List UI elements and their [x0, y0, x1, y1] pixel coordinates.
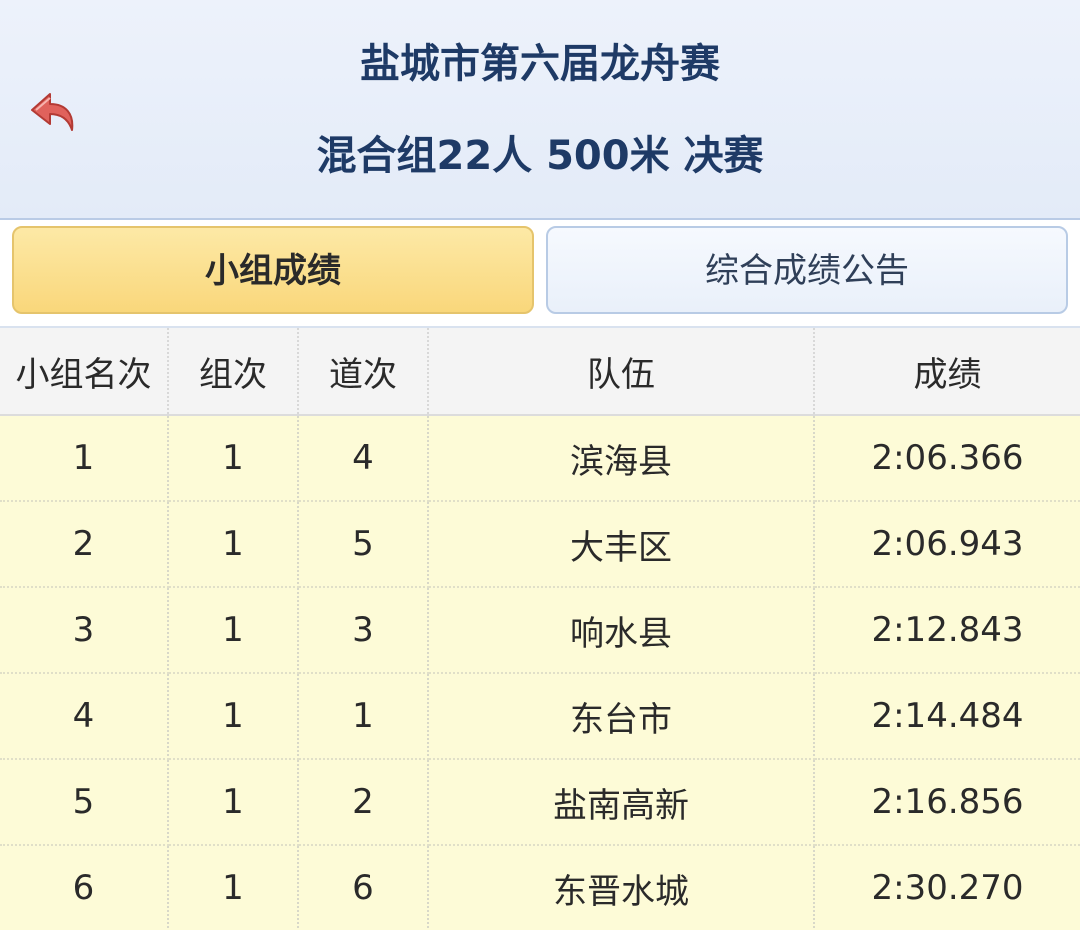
cell-lane: 6 [298, 845, 429, 930]
column-header-result: 成绩 [814, 328, 1080, 416]
table-row: 1 1 4 滨海县 2:06.366 [0, 415, 1080, 502]
table-header: 小组名次 组次 道次 队伍 成绩 [0, 328, 1080, 416]
page-subtitle: 混合组22人 500米 决赛 [316, 133, 764, 179]
cell-rank: 3 [0, 587, 169, 674]
cell-team: 大丰区 [428, 501, 815, 588]
cell-result: 2:16.856 [814, 759, 1080, 846]
cell-result: 2:12.843 [814, 587, 1080, 674]
tab-overall-results[interactable]: 综合成绩公告 [546, 226, 1068, 314]
cell-group: 1 [168, 845, 299, 930]
cell-lane: 5 [298, 501, 429, 588]
tab-bar: 小组成绩 综合成绩公告 [0, 220, 1080, 328]
table-body: 1 1 4 滨海县 2:06.366 2 1 5 大丰区 2:06.943 3 … [0, 415, 1080, 930]
cell-rank: 1 [0, 415, 169, 502]
cell-team: 东台市 [428, 673, 815, 760]
page: 盐城市第六届龙舟赛 混合组22人 500米 决赛 小组成绩 综合成绩公告 小组名… [0, 0, 1080, 930]
cell-lane: 2 [298, 759, 429, 846]
column-header-group: 组次 [168, 328, 299, 416]
tab-group-results[interactable]: 小组成绩 [12, 226, 534, 314]
table-row: 4 1 1 东台市 2:14.484 [0, 673, 1080, 760]
cell-group: 1 [168, 501, 299, 588]
cell-result: 2:30.270 [814, 845, 1080, 930]
table-row: 6 1 6 东晋水城 2:30.270 [0, 845, 1080, 930]
cell-group: 1 [168, 587, 299, 674]
cell-team: 响水县 [428, 587, 815, 674]
cell-rank: 4 [0, 673, 169, 760]
table-row: 5 1 2 盐南高新 2:16.856 [0, 759, 1080, 846]
column-header-rank: 小组名次 [0, 328, 169, 416]
cell-rank: 5 [0, 759, 169, 846]
results-table-container: 小组名次 组次 道次 队伍 成绩 1 1 4 滨海县 2:06.366 2 1 [0, 328, 1080, 930]
page-title: 盐城市第六届龙舟赛 [360, 41, 720, 87]
table-row: 3 1 3 响水县 2:12.843 [0, 587, 1080, 674]
column-header-team: 队伍 [428, 328, 815, 416]
cell-rank: 2 [0, 501, 169, 588]
cell-result: 2:06.366 [814, 415, 1080, 502]
cell-rank: 6 [0, 845, 169, 930]
header: 盐城市第六届龙舟赛 混合组22人 500米 决赛 [0, 0, 1080, 220]
column-header-lane: 道次 [298, 328, 429, 416]
cell-team: 东晋水城 [428, 845, 815, 930]
cell-lane: 4 [298, 415, 429, 502]
cell-group: 1 [168, 415, 299, 502]
cell-group: 1 [168, 673, 299, 760]
cell-result: 2:14.484 [814, 673, 1080, 760]
cell-lane: 1 [298, 673, 429, 760]
cell-team: 滨海县 [428, 415, 815, 502]
table-header-row: 小组名次 组次 道次 队伍 成绩 [0, 328, 1080, 416]
table-row: 2 1 5 大丰区 2:06.943 [0, 501, 1080, 588]
cell-team: 盐南高新 [428, 759, 815, 846]
cell-result: 2:06.943 [814, 501, 1080, 588]
cell-lane: 3 [298, 587, 429, 674]
results-table: 小组名次 组次 道次 队伍 成绩 1 1 4 滨海县 2:06.366 2 1 [0, 328, 1080, 930]
cell-group: 1 [168, 759, 299, 846]
